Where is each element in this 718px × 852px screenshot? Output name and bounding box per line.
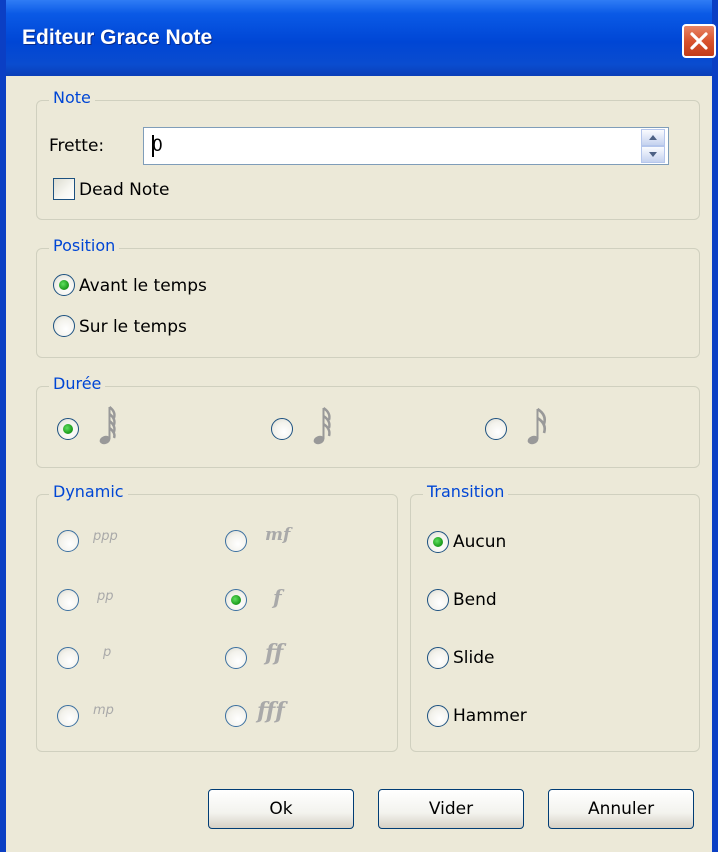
close-icon [690, 32, 708, 50]
radio-selected-dot [59, 280, 69, 290]
dead-note-checkbox[interactable] [53, 178, 75, 200]
transition-legend: Transition [423, 482, 509, 501]
dynamic-fff-label: fff [257, 698, 285, 724]
duration-group: Durée [36, 374, 700, 468]
transition-hammer-label[interactable]: Hammer [453, 706, 527, 726]
dynamic-ff-label: ff [265, 640, 284, 666]
transition-none-label[interactable]: Aucun [453, 532, 506, 552]
note-group: Note Frette: 0 Dead Note [36, 88, 700, 220]
text-caret [152, 135, 154, 157]
dynamic-ppp-label: ppp [93, 529, 118, 544]
radio-dynamic-pp[interactable] [57, 589, 79, 611]
radio-selected-dot [231, 595, 241, 605]
dynamic-pp-label: pp [97, 589, 114, 604]
radio-dynamic-p[interactable] [57, 647, 79, 669]
dead-note-label[interactable]: Dead Note [79, 180, 169, 200]
radio-selected-dot [433, 537, 443, 547]
radio-duration-16th[interactable] [485, 418, 507, 440]
chevron-up-icon [649, 135, 657, 140]
radio-transition-bend[interactable] [427, 589, 449, 611]
close-button[interactable] [682, 24, 716, 58]
dynamic-f-label: f [273, 585, 282, 609]
radio-dynamic-ppp[interactable] [57, 530, 79, 552]
transition-bend-label[interactable]: Bend [453, 590, 497, 610]
radio-selected-dot [63, 424, 73, 434]
sixty-fourth-note-icon [99, 406, 116, 445]
position-group: Position Avant le temps Sur le temps [36, 236, 700, 358]
chevron-down-icon [649, 152, 657, 157]
radio-on-beat[interactable] [53, 315, 75, 337]
radio-dynamic-mf[interactable] [225, 530, 247, 552]
radio-dynamic-mp[interactable] [57, 705, 79, 727]
radio-dynamic-fff[interactable] [225, 705, 247, 727]
radio-before-beat[interactable] [53, 274, 75, 296]
radio-transition-slide[interactable] [427, 647, 449, 669]
dynamic-mf-label: mf [265, 525, 291, 545]
window-title: Editeur Grace Note [22, 26, 213, 49]
transition-slide-label[interactable]: Slide [453, 648, 495, 668]
clear-button[interactable]: Vider [378, 789, 524, 829]
fret-label: Frette: [49, 136, 105, 156]
note-legend: Note [49, 88, 95, 107]
dynamic-group: Dynamic ppp pp p mp mf f ff fff [36, 482, 398, 752]
thirty-second-note-icon [313, 407, 331, 445]
on-beat-label[interactable]: Sur le temps [79, 317, 187, 337]
duration-legend: Durée [49, 374, 106, 393]
dynamic-mp-label: mp [93, 703, 114, 718]
fret-decrement-button[interactable] [641, 146, 665, 163]
radio-dynamic-f[interactable] [225, 589, 247, 611]
radio-dynamic-ff[interactable] [225, 647, 247, 669]
title-bar[interactable]: Editeur Grace Note [6, 0, 716, 76]
cancel-button[interactable]: Annuler [548, 789, 694, 829]
position-legend: Position [49, 236, 120, 255]
fret-increment-button[interactable] [641, 129, 665, 146]
dynamic-legend: Dynamic [49, 482, 128, 501]
dialog-window: Editeur Grace Note Note Frette: 0 Dead N… [0, 0, 718, 852]
fret-stepper[interactable] [641, 129, 665, 163]
dialog-body: Note Frette: 0 Dead Note Position Avant … [6, 76, 712, 852]
before-beat-label[interactable]: Avant le temps [79, 276, 207, 296]
radio-duration-32nd[interactable] [271, 418, 293, 440]
radio-transition-hammer[interactable] [427, 705, 449, 727]
fret-input[interactable]: 0 [143, 127, 669, 165]
ok-button[interactable]: Ok [208, 789, 354, 829]
radio-duration-64th[interactable] [57, 418, 79, 440]
radio-transition-none[interactable] [427, 531, 449, 553]
sixteenth-note-icon [527, 407, 547, 445]
dynamic-p-label: p [103, 645, 112, 660]
transition-group: Transition Aucun Bend Slide Hammer [410, 482, 700, 752]
